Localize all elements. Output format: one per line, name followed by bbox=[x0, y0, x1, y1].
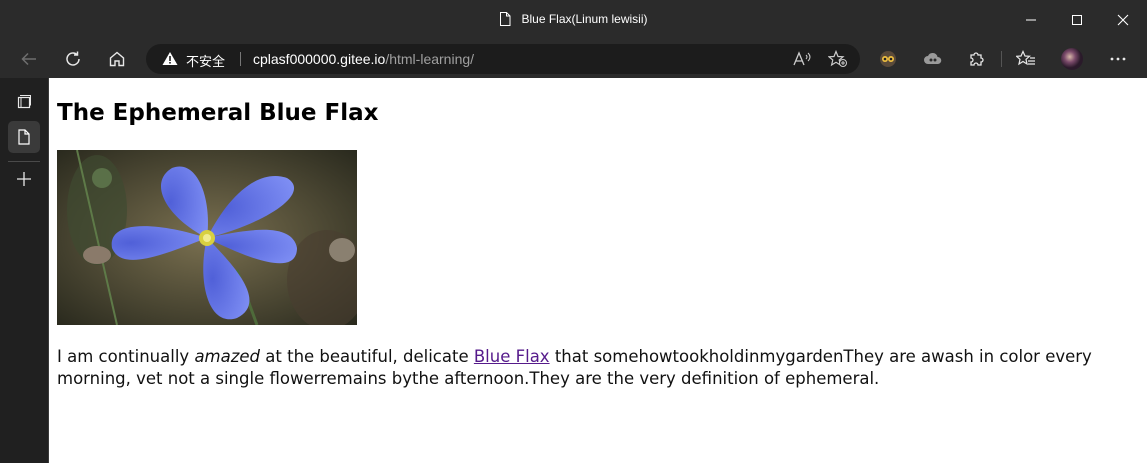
extension-cloud-icon bbox=[924, 52, 942, 64]
page-icon bbox=[18, 129, 30, 145]
warning-icon bbox=[162, 51, 178, 70]
read-aloud-button[interactable] bbox=[790, 47, 814, 71]
extension-owl-icon bbox=[880, 51, 896, 67]
para-emphasis: amazed bbox=[194, 347, 261, 366]
favorites-button[interactable] bbox=[1010, 43, 1042, 75]
close-icon bbox=[1117, 14, 1129, 26]
title-bar: Blue Flax(Linum lewisii) bbox=[0, 0, 1147, 40]
toolbar-divider bbox=[1001, 51, 1002, 67]
settings-menu-button[interactable] bbox=[1102, 43, 1134, 75]
add-favorite-icon bbox=[828, 50, 847, 67]
refresh-button[interactable] bbox=[57, 43, 89, 75]
tab-actions-button[interactable] bbox=[8, 86, 40, 118]
more-icon bbox=[1110, 57, 1126, 61]
url-host: cplasf000000.gitee.io bbox=[253, 51, 386, 67]
blue-flax-link[interactable]: Blue Flax bbox=[474, 347, 550, 366]
tab-actions-icon bbox=[17, 95, 31, 109]
active-tab[interactable] bbox=[8, 121, 40, 153]
back-button[interactable] bbox=[13, 43, 45, 75]
favorites-list-icon bbox=[1016, 50, 1035, 66]
page-content: The Ephemeral Blue Flax I am continually… bbox=[49, 78, 1147, 463]
read-aloud-icon bbox=[793, 51, 811, 66]
description-paragraph: I am continually amazed at the beautiful… bbox=[57, 346, 1132, 390]
maximize-icon bbox=[1072, 15, 1082, 25]
extension-button-2[interactable] bbox=[917, 43, 949, 75]
url-path: /html-learning/ bbox=[385, 51, 475, 67]
security-status[interactable]: 不安全 bbox=[186, 51, 225, 70]
profile-button[interactable] bbox=[1056, 43, 1088, 75]
sidebar-divider bbox=[8, 161, 40, 162]
add-favorite-button[interactable] bbox=[826, 47, 850, 71]
extensions-button[interactable] bbox=[961, 43, 993, 75]
plus-icon bbox=[17, 172, 31, 186]
maximize-button[interactable] bbox=[1054, 0, 1100, 40]
vertical-tabs-sidebar bbox=[0, 78, 49, 463]
avatar bbox=[1061, 48, 1083, 70]
minimize-button[interactable] bbox=[1008, 0, 1054, 40]
window-title: Blue Flax(Linum lewisii) bbox=[0, 12, 1147, 29]
para-text-1: I am continually bbox=[57, 347, 195, 366]
home-button[interactable] bbox=[101, 43, 133, 75]
address-divider bbox=[240, 52, 241, 66]
browser-toolbar: 不安全 cplasf000000.gitee.io/html-learning/ bbox=[0, 40, 1147, 78]
page-heading: The Ephemeral Blue Flax bbox=[57, 100, 379, 126]
document-icon bbox=[499, 12, 511, 29]
para-text-2: at the beautiful, delicate bbox=[260, 347, 474, 366]
back-arrow-icon bbox=[21, 52, 36, 66]
extension-button-1[interactable] bbox=[872, 43, 904, 75]
minimize-icon bbox=[1026, 19, 1036, 21]
close-button[interactable] bbox=[1100, 0, 1146, 40]
url-text[interactable]: cplasf000000.gitee.io/html-learning/ bbox=[253, 51, 474, 67]
window-title-text: Blue Flax(Linum lewisii) bbox=[521, 12, 648, 26]
blue-flax-image bbox=[57, 149, 367, 330]
home-icon bbox=[109, 51, 125, 67]
address-bar[interactable]: 不安全 cplasf000000.gitee.io/html-learning/ bbox=[146, 44, 860, 74]
puzzle-icon bbox=[970, 52, 984, 66]
refresh-icon bbox=[66, 51, 80, 66]
new-tab-button[interactable] bbox=[8, 163, 40, 195]
